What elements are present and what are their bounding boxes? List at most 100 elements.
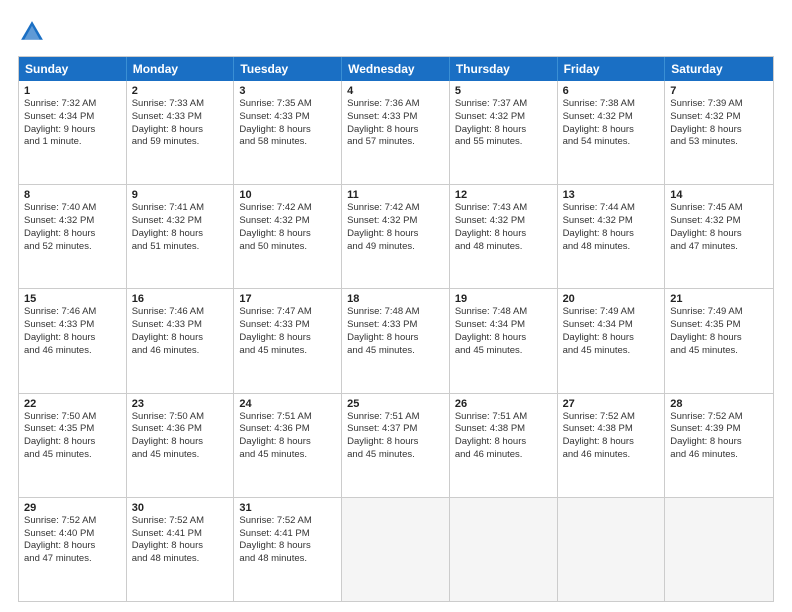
cell-line: Sunset: 4:32 PM (455, 111, 552, 124)
day-number: 5 (455, 85, 552, 97)
cell-line: and 53 minutes. (670, 136, 768, 149)
cell-line: Sunrise: 7:38 AM (563, 98, 660, 111)
cell-line: and 55 minutes. (455, 136, 552, 149)
cell-line: and 45 minutes. (347, 345, 444, 358)
cell-line: Sunrise: 7:50 AM (132, 411, 229, 424)
calendar-cell (450, 498, 558, 601)
calendar-row: 8Sunrise: 7:40 AMSunset: 4:32 PMDaylight… (19, 184, 773, 288)
cell-line: Daylight: 8 hours (455, 332, 552, 345)
header-day-sunday: Sunday (19, 57, 127, 81)
day-number: 10 (239, 189, 336, 201)
calendar-cell (558, 498, 666, 601)
cell-line: Sunset: 4:37 PM (347, 423, 444, 436)
cell-line: Daylight: 9 hours (24, 124, 121, 137)
cell-line: Sunrise: 7:45 AM (670, 202, 768, 215)
cell-line: Sunrise: 7:48 AM (347, 306, 444, 319)
cell-line: Daylight: 8 hours (563, 124, 660, 137)
day-number: 22 (24, 398, 121, 410)
cell-line: Sunrise: 7:51 AM (347, 411, 444, 424)
day-number: 8 (24, 189, 121, 201)
cell-line: Sunset: 4:33 PM (239, 319, 336, 332)
cell-line: and 45 minutes. (455, 345, 552, 358)
day-number: 24 (239, 398, 336, 410)
cell-line: Sunset: 4:34 PM (563, 319, 660, 332)
cell-line: Daylight: 8 hours (239, 228, 336, 241)
cell-line: and 48 minutes. (455, 241, 552, 254)
cell-line: Sunrise: 7:33 AM (132, 98, 229, 111)
header-day-friday: Friday (558, 57, 666, 81)
cell-line: Sunrise: 7:48 AM (455, 306, 552, 319)
day-number: 29 (24, 502, 121, 514)
cell-line: Daylight: 8 hours (132, 332, 229, 345)
cell-line: Sunrise: 7:39 AM (670, 98, 768, 111)
cell-line: Sunset: 4:34 PM (24, 111, 121, 124)
calendar-cell (342, 498, 450, 601)
cell-line: Daylight: 8 hours (132, 124, 229, 137)
cell-line: Sunrise: 7:52 AM (563, 411, 660, 424)
cell-line: and 45 minutes. (24, 449, 121, 462)
calendar-cell: 25Sunrise: 7:51 AMSunset: 4:37 PMDayligh… (342, 394, 450, 497)
calendar-cell: 21Sunrise: 7:49 AMSunset: 4:35 PMDayligh… (665, 289, 773, 392)
cell-line: Sunset: 4:33 PM (347, 111, 444, 124)
cell-line: Daylight: 8 hours (239, 124, 336, 137)
calendar-cell: 15Sunrise: 7:46 AMSunset: 4:33 PMDayligh… (19, 289, 127, 392)
cell-line: Sunset: 4:35 PM (670, 319, 768, 332)
calendar-cell: 9Sunrise: 7:41 AMSunset: 4:32 PMDaylight… (127, 185, 235, 288)
calendar-cell: 6Sunrise: 7:38 AMSunset: 4:32 PMDaylight… (558, 81, 666, 184)
cell-line: Sunrise: 7:49 AM (563, 306, 660, 319)
cell-line: and 57 minutes. (347, 136, 444, 149)
cell-line: Sunset: 4:34 PM (455, 319, 552, 332)
cell-line: Daylight: 8 hours (24, 228, 121, 241)
cell-line: Daylight: 8 hours (563, 436, 660, 449)
calendar-row: 29Sunrise: 7:52 AMSunset: 4:40 PMDayligh… (19, 497, 773, 601)
calendar-cell: 11Sunrise: 7:42 AMSunset: 4:32 PMDayligh… (342, 185, 450, 288)
day-number: 12 (455, 189, 552, 201)
cell-line: and 45 minutes. (347, 449, 444, 462)
cell-line: and 45 minutes. (670, 345, 768, 358)
cell-line: and 1 minute. (24, 136, 121, 149)
cell-line: Daylight: 8 hours (24, 436, 121, 449)
calendar-body: 1Sunrise: 7:32 AMSunset: 4:34 PMDaylight… (19, 81, 773, 601)
day-number: 19 (455, 293, 552, 305)
calendar-cell: 29Sunrise: 7:52 AMSunset: 4:40 PMDayligh… (19, 498, 127, 601)
cell-line: Daylight: 8 hours (239, 436, 336, 449)
cell-line: Daylight: 8 hours (455, 436, 552, 449)
day-number: 6 (563, 85, 660, 97)
cell-line: Sunrise: 7:32 AM (24, 98, 121, 111)
header-day-thursday: Thursday (450, 57, 558, 81)
cell-line: Daylight: 8 hours (455, 228, 552, 241)
cell-line: Sunrise: 7:52 AM (239, 515, 336, 528)
header-day-monday: Monday (127, 57, 235, 81)
calendar-cell: 13Sunrise: 7:44 AMSunset: 4:32 PMDayligh… (558, 185, 666, 288)
cell-line: Sunrise: 7:49 AM (670, 306, 768, 319)
day-number: 25 (347, 398, 444, 410)
day-number: 28 (670, 398, 768, 410)
cell-line: Sunset: 4:32 PM (670, 215, 768, 228)
cell-line: Sunset: 4:36 PM (132, 423, 229, 436)
day-number: 26 (455, 398, 552, 410)
cell-line: Sunset: 4:36 PM (239, 423, 336, 436)
cell-line: Daylight: 8 hours (132, 540, 229, 553)
cell-line: and 45 minutes. (563, 345, 660, 358)
cell-line: and 45 minutes. (132, 449, 229, 462)
calendar-cell: 1Sunrise: 7:32 AMSunset: 4:34 PMDaylight… (19, 81, 127, 184)
cell-line: Sunset: 4:32 PM (563, 111, 660, 124)
day-number: 20 (563, 293, 660, 305)
cell-line: Sunset: 4:41 PM (239, 528, 336, 541)
cell-line: Sunset: 4:35 PM (24, 423, 121, 436)
logo (18, 18, 50, 46)
day-number: 27 (563, 398, 660, 410)
cell-line: and 48 minutes. (563, 241, 660, 254)
cell-line: Sunrise: 7:52 AM (670, 411, 768, 424)
cell-line: Sunset: 4:33 PM (347, 319, 444, 332)
logo-icon (18, 18, 46, 46)
day-number: 23 (132, 398, 229, 410)
day-number: 1 (24, 85, 121, 97)
calendar-cell: 7Sunrise: 7:39 AMSunset: 4:32 PMDaylight… (665, 81, 773, 184)
cell-line: Sunset: 4:33 PM (132, 111, 229, 124)
cell-line: Daylight: 8 hours (347, 228, 444, 241)
cell-line: Sunrise: 7:42 AM (347, 202, 444, 215)
cell-line: and 45 minutes. (239, 345, 336, 358)
cell-line: Daylight: 8 hours (132, 436, 229, 449)
cell-line: and 59 minutes. (132, 136, 229, 149)
